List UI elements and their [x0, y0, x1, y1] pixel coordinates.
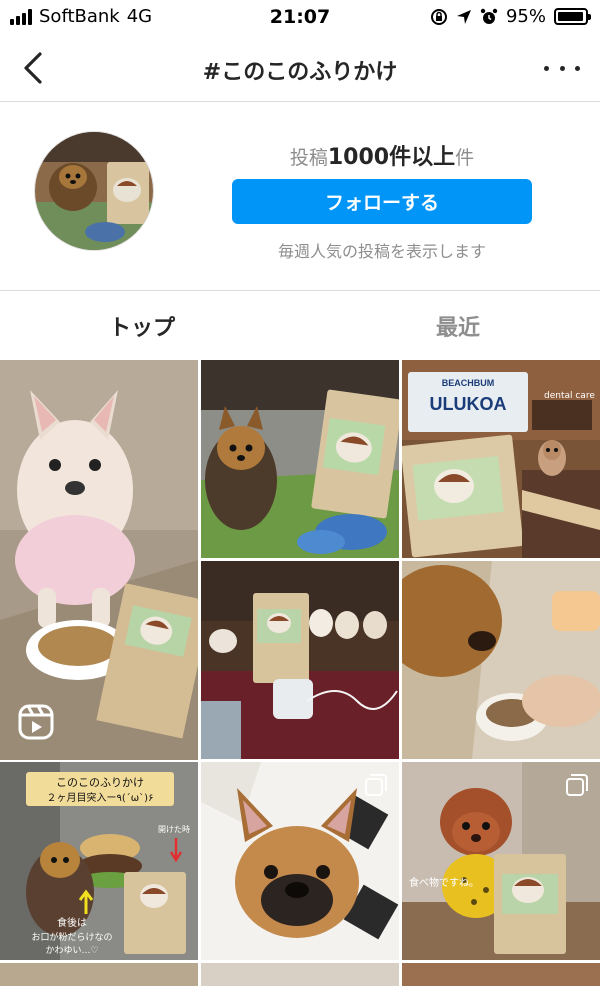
battery-percent: 95%: [505, 6, 546, 27]
post-thumbnail[interactable]: 食べ物ですね。: [402, 762, 600, 960]
more-options-button[interactable]: [544, 56, 580, 80]
post-image: BEACHBUM ULUKOA dental care: [402, 360, 600, 558]
post-thumbnail[interactable]: BEACHBUM ULUKOA dental care: [402, 360, 600, 558]
post-thumbnail[interactable]: このこのふりかけ ２ヶ月目突入ー٩(ˊωˋ)۶ 開けた時 食後は お口が粉だらけ…: [0, 762, 198, 960]
post-grid: BEACHBUM ULUKOA dental care このこのふりかけ ２ヶ月…: [0, 360, 600, 986]
post-count-prefix: 投稿: [289, 147, 328, 169]
hashtag-avatar[interactable]: [34, 131, 154, 251]
reels-icon: [18, 704, 54, 740]
post-thumbnail[interactable]: [201, 360, 399, 558]
post-thumbnail[interactable]: [201, 762, 399, 960]
top-posts-note: 毎週人気の投稿を表示します: [277, 242, 486, 261]
carousel-icon: [365, 774, 387, 796]
post-thumbnail[interactable]: [0, 963, 198, 986]
post-count: 投稿1000件以上件: [232, 139, 532, 171]
post-thumbnail[interactable]: [0, 360, 198, 760]
status-bar: SoftBank 4G 21:07 95%: [0, 0, 600, 34]
post-image: このこのふりかけ ２ヶ月目突入ー٩(ˊωˋ)۶ 開けた時 食後は お口が粉だらけ…: [0, 762, 198, 960]
hashtag-header: 投稿1000件以上件 フォローする 毎週人気の投稿を表示します: [0, 103, 600, 291]
more-dot: [559, 65, 565, 71]
post-image: [201, 360, 399, 558]
post-count-suffix: 件: [455, 147, 475, 169]
overlay-caption1: 食後は: [57, 916, 87, 929]
page-title: #このこのふりかけ: [202, 60, 398, 85]
overlay-caption2: お口が粉だらけなの: [31, 931, 112, 943]
sign-text-1: BEACHBUM: [442, 378, 495, 388]
rotation-lock-icon: [430, 8, 447, 25]
avatar-image: [35, 132, 153, 250]
sign-text-2: ULUKOA: [430, 394, 507, 414]
overlay-line2: ２ヶ月目突入ー٩(ˊωˋ)۶: [47, 791, 154, 804]
tabs: トップ 最近: [0, 292, 600, 358]
alarm-icon: [480, 8, 498, 24]
battery-icon: [554, 8, 591, 25]
post-thumbnail[interactable]: [402, 963, 600, 986]
post-image: [201, 561, 399, 759]
tab-top[interactable]: トップ: [0, 310, 292, 342]
nav-bar: #このこのふりかけ: [0, 34, 600, 102]
post-thumbnail[interactable]: [201, 561, 399, 759]
overlay-line1: このこのふりかけ: [56, 776, 144, 789]
carousel-icon: [566, 774, 588, 796]
post-image: [0, 360, 198, 760]
more-dot: [575, 65, 580, 71]
more-dot: [544, 65, 549, 71]
battery-fill: [558, 12, 583, 21]
post-count-value: 1000件以上: [327, 145, 456, 170]
sign-text-3: dental care: [544, 391, 595, 401]
post-image: [402, 561, 600, 759]
location-icon: [456, 9, 471, 24]
post-thumbnail[interactable]: [402, 561, 600, 759]
overlay-note: 開けた時: [158, 825, 190, 834]
status-right: 95%: [430, 6, 591, 27]
follow-button[interactable]: フォローする: [232, 179, 532, 224]
overlay-caption3: かわゆい…♡: [45, 945, 98, 956]
tab-recent[interactable]: 最近: [308, 310, 600, 342]
overlay-caption: 食べ物ですね。: [409, 876, 479, 889]
post-thumbnail[interactable]: [201, 963, 399, 986]
